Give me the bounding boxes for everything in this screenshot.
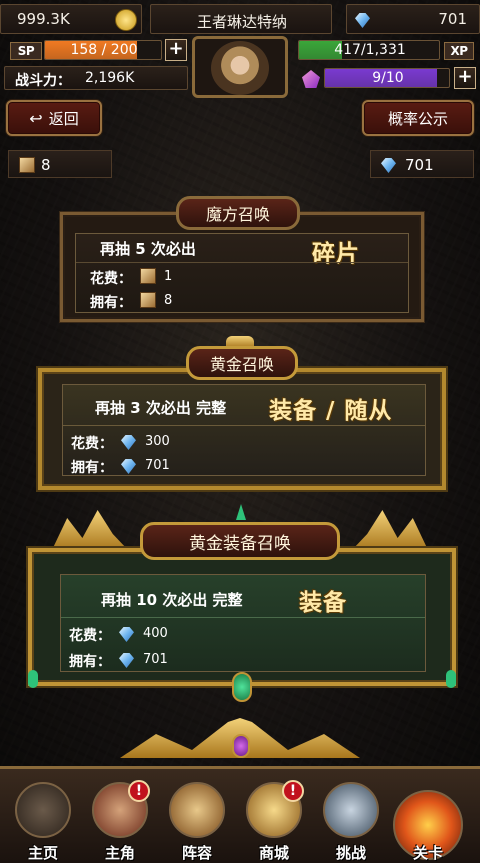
nav-team[interactable]: 阵容 bbox=[160, 773, 234, 863]
xp-bar: 417/1,331 bbox=[298, 40, 440, 60]
cube-summon-title: 魔方召唤 bbox=[205, 205, 270, 224]
power-row: 战斗力： 2,196K bbox=[4, 66, 188, 90]
equip-own-diamond-icon bbox=[119, 653, 134, 668]
xp-value: 417/1,331 bbox=[334, 42, 406, 58]
bottom-nav: 主页 ! 主角 阵容 ! 商城 挑战 关卡 bbox=[0, 766, 480, 863]
stamina-crystal-icon bbox=[302, 70, 320, 88]
equip-summon-own-label: 拥有： bbox=[69, 654, 111, 670]
gold-summon-title-plate: 黄金召唤 bbox=[186, 346, 298, 380]
hero-icon: ! bbox=[92, 780, 150, 838]
odds-label: 概率公示 bbox=[387, 109, 448, 128]
gold-summon-reward: 装备 / 随从 bbox=[269, 398, 393, 424]
shop-icon: ! bbox=[246, 780, 304, 838]
gold-summon-own-label: 拥有： bbox=[71, 460, 113, 476]
gold-summon-panel[interactable]: 再抽 3 次必出 完整 装备 / 随从 花费： 300 拥有： 701 bbox=[38, 368, 446, 490]
stamina-value: 9/10 bbox=[372, 70, 404, 86]
equip-summon-panel[interactable]: 再抽 10 次必出 完整 装备 花费： 400 拥有： 701 bbox=[28, 548, 456, 688]
home-icon bbox=[15, 782, 71, 838]
xp-row: 417/1,331 XP bbox=[298, 38, 480, 64]
stamina-row: 9/10 + bbox=[298, 66, 480, 92]
stamina-bar: 9/10 bbox=[324, 68, 450, 88]
nav-stage-label: 关卡 bbox=[412, 844, 443, 862]
nav-team-label: 阵容 bbox=[181, 844, 212, 862]
sp-plus-button[interactable]: + bbox=[165, 39, 187, 61]
cube-count: 8 bbox=[41, 156, 51, 174]
cube-summon-cost: 1 bbox=[164, 269, 173, 284]
back-label: 返回 bbox=[48, 109, 79, 128]
right-emerald-icon bbox=[446, 670, 456, 688]
nav-shop-label: 商城 bbox=[258, 844, 289, 862]
cube-summon-draw-text: 再抽 5 次必出 bbox=[100, 240, 196, 258]
gold-counter: 999.3K bbox=[0, 4, 142, 34]
gold-summon-title: 黄金召唤 bbox=[209, 355, 274, 374]
gold-cost-diamond-icon bbox=[121, 435, 136, 450]
sp-row: SP 158 / 200 + bbox=[4, 38, 188, 64]
cube-own-icon bbox=[140, 292, 156, 308]
back-button[interactable]: ↩ 返回 bbox=[6, 100, 102, 136]
gold-own-diamond-icon bbox=[121, 459, 136, 474]
equip-summon-title: 黄金装备召唤 bbox=[189, 533, 291, 554]
gold-summon-own: 701 bbox=[145, 458, 170, 473]
cube-icon bbox=[19, 157, 35, 173]
cube-summon-own: 8 bbox=[164, 293, 173, 308]
gold-summon-draw-text: 再抽 3 次必出 完整 bbox=[95, 399, 227, 417]
diamond-count: 701 bbox=[405, 156, 434, 174]
nav-shop[interactable]: ! 商城 bbox=[237, 773, 311, 863]
back-arrow-icon: ↩ bbox=[29, 108, 43, 128]
shop-alert-badge: ! bbox=[282, 780, 304, 802]
diamond-icon bbox=[355, 13, 370, 28]
challenge-icon bbox=[323, 782, 379, 838]
nav-home-label: 主页 bbox=[27, 844, 58, 862]
player-name: 王者琳达特纳 bbox=[196, 13, 287, 31]
cube-summon-own-label: 拥有： bbox=[90, 295, 132, 311]
diamond-value: 701 bbox=[438, 10, 467, 28]
equip-summon-title-plate: 黄金装备召唤 bbox=[140, 522, 340, 560]
diamond-resource: 701 bbox=[370, 150, 474, 178]
cube-resource: 8 bbox=[8, 150, 112, 178]
equip-cost-diamond-icon bbox=[119, 627, 134, 642]
xp-tag: XP bbox=[444, 42, 474, 60]
sp-bar: 158 / 200 bbox=[44, 40, 162, 60]
equip-summon-cost-label: 花费： bbox=[69, 628, 111, 644]
cube-cost-icon bbox=[140, 268, 156, 284]
odds-button[interactable]: 概率公示 bbox=[362, 100, 474, 136]
stamina-plus-button[interactable]: + bbox=[454, 67, 476, 89]
gold-summon-cost: 300 bbox=[145, 434, 170, 449]
power-value: 2,196K bbox=[85, 70, 135, 86]
gold-coin-icon bbox=[115, 9, 137, 31]
equip-summon-own: 701 bbox=[143, 652, 168, 667]
equip-summon-reward: 装备 bbox=[299, 590, 347, 616]
equip-summon-draw-text: 再抽 10 次必出 完整 bbox=[101, 591, 243, 609]
nav-items: 主页 ! 主角 阵容 ! 商城 挑战 关卡 bbox=[6, 773, 465, 863]
diamond-icon-2 bbox=[381, 158, 396, 173]
nav-home[interactable]: 主页 bbox=[6, 773, 80, 863]
team-icon bbox=[169, 782, 225, 838]
avatar bbox=[211, 41, 269, 95]
equip-summon-cost: 400 bbox=[143, 626, 168, 641]
nav-challenge[interactable]: 挑战 bbox=[314, 773, 388, 863]
cube-summon-title-plate: 魔方召唤 bbox=[176, 196, 300, 230]
hero-alert-badge: ! bbox=[128, 780, 150, 802]
bottom-emerald-icon bbox=[232, 672, 252, 702]
equip-summon-inner: 再抽 10 次必出 完整 装备 花费： 400 拥有： 701 bbox=[60, 574, 426, 672]
left-emerald-icon bbox=[28, 670, 38, 688]
player-name-plate: 王者琳达特纳 bbox=[150, 4, 332, 34]
nav-challenge-label: 挑战 bbox=[335, 844, 366, 862]
cube-summon-cost-label: 花费： bbox=[90, 271, 132, 287]
nav-hero[interactable]: ! 主角 bbox=[83, 773, 157, 863]
avatar-frame[interactable] bbox=[192, 36, 288, 98]
nav-hero-label: 主角 bbox=[104, 844, 135, 862]
sp-value: 158 / 200 bbox=[70, 42, 138, 58]
nav-stage[interactable]: 关卡 bbox=[391, 773, 465, 863]
sp-tag: SP bbox=[10, 42, 42, 60]
gold-value: 999.3K bbox=[17, 10, 70, 28]
cube-summon-inner: 再抽 5 次必出 碎片 花费： 1 拥有： 8 bbox=[75, 233, 409, 313]
amethyst-icon bbox=[232, 734, 250, 758]
power-label: 战斗力： bbox=[15, 73, 71, 89]
gold-summon-cost-label: 花费： bbox=[71, 436, 113, 452]
gold-summon-inner: 再抽 3 次必出 完整 装备 / 随从 花费： 300 拥有： 701 bbox=[62, 384, 426, 476]
diamond-counter: 701 bbox=[346, 4, 480, 34]
